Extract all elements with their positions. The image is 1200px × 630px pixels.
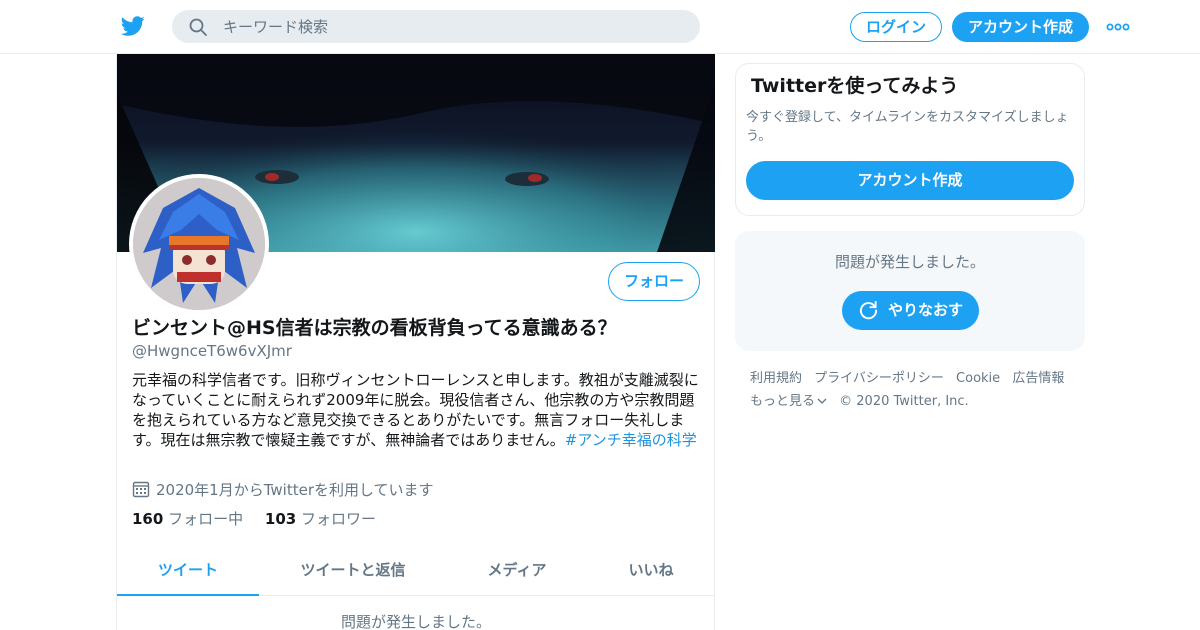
profile-avatar[interactable] — [129, 174, 269, 314]
following-stat[interactable]: 160 フォロー中 — [132, 509, 243, 529]
search-input[interactable]: キーワード検索 — [223, 17, 328, 37]
profile-column: フォロー ビンセント@HS信者は宗教の看板背負ってる意識ある？ @HwgnceT… — [116, 54, 715, 630]
footer-more-label: もっと見る — [750, 394, 816, 409]
signup-button[interactable]: アカウント作成 — [952, 12, 1089, 42]
profile-display-name: ビンセント@HS信者は宗教の看板背負ってる意識ある？ — [132, 317, 617, 339]
joined-date: 2020年1月からTwitterを利用しています — [132, 480, 434, 500]
retry-label: やりなおす — [888, 301, 964, 319]
followers-label: フォロワー — [300, 510, 376, 528]
following-label: フォロー中 — [168, 510, 244, 528]
avatar-illustration — [133, 178, 265, 310]
footer-copyright: © 2020 Twitter, Inc. — [839, 394, 969, 409]
footer-more-link[interactable]: もっと見る — [750, 390, 827, 413]
followers-stat[interactable]: 103 フォロワー — [265, 509, 376, 529]
profile-handle[interactable]: @HwgnceT6w6vXJmr — [132, 341, 292, 361]
follow-button[interactable]: フォロー — [608, 262, 700, 301]
refresh-icon — [859, 300, 878, 320]
tab-tweets-and-replies[interactable]: ツイートと返信 — [259, 547, 447, 596]
search-icon — [189, 18, 207, 36]
twitter-bird-icon[interactable] — [120, 14, 146, 38]
login-button[interactable]: ログイン — [850, 12, 942, 42]
profile-tabs: ツイート ツイートと返信 メディア いいね — [117, 547, 715, 596]
sidebar-footer: 利用規約 プライバシーポリシー Cookie 広告情報 もっと見る © 2020… — [750, 367, 1080, 413]
profile-bio: 元幸福の科学信者です。旧称ヴィンセントローレンスと申します。教祖が支離滅裂になっ… — [132, 370, 700, 450]
more-dots-icon[interactable] — [1106, 18, 1130, 36]
footer-link-terms[interactable]: 利用規約 — [750, 367, 802, 390]
signup-card-button[interactable]: アカウント作成 — [746, 161, 1074, 200]
retry-button[interactable]: やりなおす — [842, 291, 979, 330]
bio-hashtag-link[interactable]: #アンチ幸福の科学 — [565, 431, 697, 449]
footer-link-cookie[interactable]: Cookie — [956, 367, 1000, 390]
sidebar-error-message: 問題が発生しました。 — [834, 253, 985, 271]
profile-stats: 160 フォロー中 103 フォロワー — [132, 509, 376, 529]
top-navigation-bar: キーワード検索 ログイン アカウント作成 — [0, 0, 1200, 54]
timeline-error-message: 問題が発生しました。 — [340, 613, 491, 630]
chevron-down-icon — [817, 398, 827, 404]
footer-link-ads[interactable]: 広告情報 — [1012, 367, 1064, 390]
footer-link-privacy[interactable]: プライバシーポリシー — [814, 367, 944, 390]
joined-date-text: 2020年1月からTwitterを利用しています — [156, 481, 434, 499]
tab-media[interactable]: メディア — [447, 547, 587, 596]
search-bar[interactable]: キーワード検索 — [172, 10, 700, 43]
signup-prompt-card: Twitterを使ってみよう 今すぐ登録して、タイムラインをカスタマイズしましょ… — [735, 63, 1085, 216]
followers-count: 103 — [264, 510, 297, 528]
signup-card-subtitle: 今すぐ登録して、タイムラインをカスタマイズしましょう。 — [746, 110, 1069, 144]
calendar-icon — [132, 481, 150, 498]
sidebar-error-card: 問題が発生しました。 やりなおす — [735, 231, 1085, 351]
tab-tweets[interactable]: ツイート — [117, 547, 259, 596]
tab-likes[interactable]: いいね — [587, 547, 715, 596]
following-count: 160 — [132, 510, 164, 528]
signup-card-title: Twitterを使ってみよう — [751, 75, 959, 97]
